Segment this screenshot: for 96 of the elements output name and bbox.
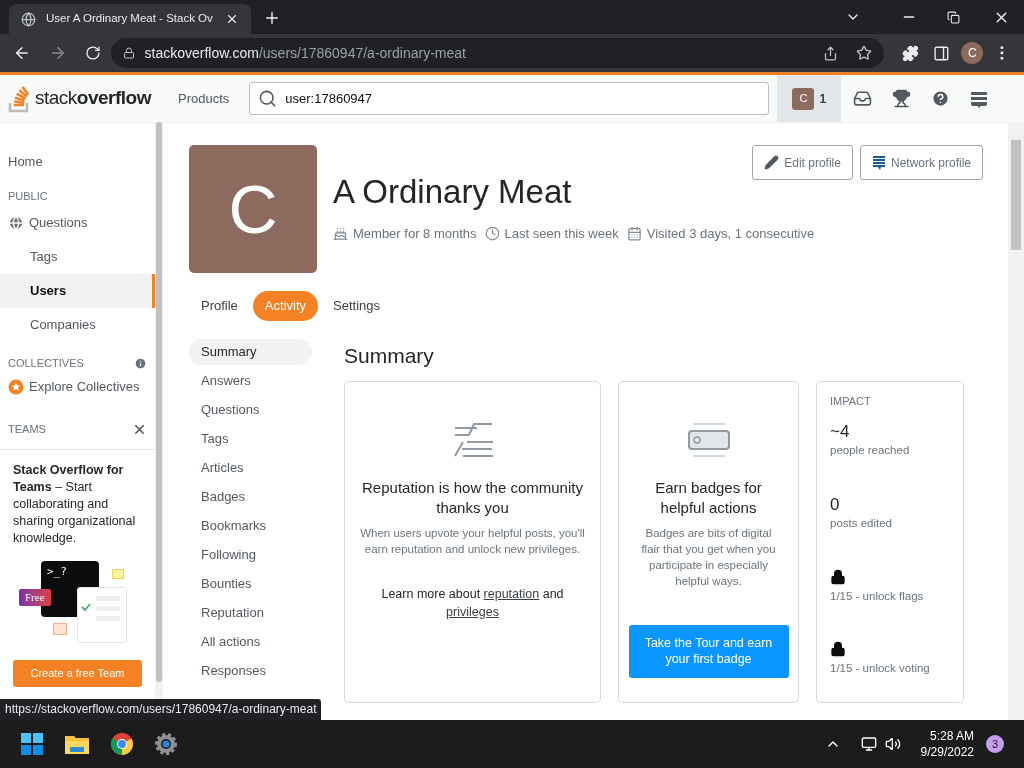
activity-nav-item[interactable]: Tags	[189, 426, 312, 452]
sidebar-item[interactable]: Questions	[0, 206, 155, 240]
address-field[interactable]: stackoverflow.com/users/17860947/a-ordinary-meat	[110, 38, 884, 68]
settings-icon[interactable]	[154, 732, 178, 756]
globe-icon	[8, 215, 24, 231]
share-icon[interactable]	[822, 45, 838, 61]
tab-title: User A Ordinary Meat - Stack Ov	[46, 11, 214, 27]
card-heading: IMPACT	[830, 393, 872, 409]
section-title: Summary	[344, 343, 435, 369]
globe-icon	[21, 11, 36, 27]
browser-tab[interactable]: User A Ordinary Meat - Stack Ov	[9, 4, 251, 34]
edit-profile-button[interactable]: Edit profile	[752, 145, 853, 180]
activity-nav-item[interactable]: Summary	[189, 339, 312, 365]
profile-avatar: C	[189, 145, 317, 273]
badge-card-icon	[686, 421, 731, 458]
calendar-icon	[626, 226, 642, 242]
stat-label: 1/15 - unlock voting	[830, 660, 931, 676]
profile-tab[interactable]: Settings	[321, 291, 392, 321]
stat-value: 0	[830, 495, 841, 516]
activity-nav-item[interactable]: Articles	[189, 455, 312, 481]
logo-wordmark[interactable]: stackoverflow	[35, 84, 151, 113]
activity-nav-item[interactable]: Bounties	[189, 571, 312, 597]
teams-illustration-drawing: >_? Free	[19, 561, 129, 643]
extensions-icon[interactable]	[901, 44, 919, 62]
pencil-icon	[764, 155, 780, 170]
restore-icon[interactable]	[947, 11, 960, 24]
profile-avatar[interactable]: C	[961, 42, 984, 64]
sidebar-item[interactable]: Explore Collectives	[0, 374, 155, 400]
activity-nav-item[interactable]: Answers	[189, 368, 312, 394]
scrollbar-thumb[interactable]	[156, 122, 162, 682]
stat-value: ~4	[830, 422, 851, 442]
stat-label: 1/15 - unlock flags	[830, 588, 925, 604]
network-profile-button[interactable]: Network profile	[859, 145, 983, 180]
card-description: Badges are bits of digital flair that you get when you participate in especially helpful ways.	[640, 525, 777, 589]
search-icon	[258, 89, 278, 108]
collectives-icon	[8, 379, 24, 395]
section-heading: PUBLIC	[7, 188, 49, 204]
scrollbar-thumb[interactable]	[1011, 140, 1021, 250]
clock-time[interactable]: 5:28 AM	[929, 728, 974, 744]
close-icon[interactable]	[225, 12, 239, 26]
user-name: A Ordinary Meat	[333, 172, 573, 212]
text-link[interactable]: reputation	[483, 586, 540, 601]
site-switcher-icon[interactable]	[970, 89, 989, 108]
stat-label: people reached	[830, 443, 911, 458]
activity-nav-item[interactable]: Reputation	[189, 600, 312, 626]
activity-nav-item[interactable]: Responses	[189, 658, 312, 684]
activity-nav-item[interactable]: Questions	[189, 397, 312, 423]
profile-meta: Visited 3 days, 1 consecutive	[646, 225, 815, 243]
text-link[interactable]: privileges	[446, 604, 499, 619]
sidebar-item[interactable]: Tags	[0, 240, 155, 274]
volume-icon[interactable]	[884, 736, 901, 752]
inbox-icon[interactable]	[853, 89, 873, 108]
lock-icon[interactable]	[122, 47, 135, 59]
clock-date[interactable]: 9/29/2022	[920, 744, 974, 760]
bookmark-star-icon[interactable]	[855, 45, 872, 61]
stat-label: posts edited	[830, 516, 893, 532]
folder-icon[interactable]	[64, 733, 90, 755]
notification-badge[interactable]: 3	[986, 735, 1004, 753]
card-title: Reputation is how the community thanks you	[361, 477, 584, 518]
network-icon[interactable]	[860, 736, 877, 752]
lock-icon	[830, 640, 846, 657]
products-link[interactable]: Products	[168, 88, 240, 109]
cake-icon	[333, 226, 348, 242]
search-field[interactable]: user:17860947	[249, 82, 770, 115]
activity-nav-item[interactable]: Badges	[189, 484, 312, 510]
profile-tab[interactable]: Profile	[189, 291, 250, 321]
profile-meta: Member for 8 months	[353, 225, 477, 243]
sidebar-item[interactable]: Home	[0, 148, 155, 176]
stack-exchange-icon	[871, 155, 886, 170]
activity-nav-item[interactable]: Bookmarks	[189, 513, 312, 539]
section-heading: TEAMS	[8, 422, 46, 438]
status-url: https://stackoverflow.com/users/17860947/a-ordinary-meat	[0, 699, 322, 720]
browser-icon[interactable]	[110, 732, 134, 756]
trophy-icon[interactable]	[892, 89, 912, 108]
side-panel-icon[interactable]	[932, 44, 950, 62]
help-icon[interactable]	[931, 89, 951, 108]
close-icon[interactable]	[132, 422, 147, 437]
sidebar-item[interactable]: Users	[0, 274, 155, 308]
reload-icon[interactable]	[84, 45, 101, 61]
new-tab-icon[interactable]	[263, 9, 281, 27]
stairs-icon	[452, 421, 493, 458]
activity-nav-item[interactable]: All actions	[189, 629, 312, 655]
teams-promo-text: Stack Overflow for Teams – Start collaborating and sharing organizational knowledge.	[13, 462, 137, 547]
card-description: When users upvote your helpful posts, you'll earn reputation and unlock new privileges.	[359, 525, 586, 557]
back-icon[interactable]	[13, 44, 31, 62]
learn-more-text: Learn more about reputation and privileges	[380, 585, 565, 621]
start-icon[interactable]	[20, 732, 44, 756]
section-heading: COLLECTIVES	[8, 355, 84, 371]
info-icon[interactable]	[134, 356, 147, 370]
lock-icon	[830, 568, 846, 585]
user-card-button[interactable]: C 1	[777, 75, 842, 122]
profile-meta: Last seen this week	[504, 225, 619, 243]
sidebar-item[interactable]: Companies	[0, 308, 155, 342]
activity-nav-item[interactable]: Following	[189, 542, 312, 568]
clock-icon	[484, 226, 500, 242]
card-title: Earn badges for helpful actions	[654, 477, 763, 518]
